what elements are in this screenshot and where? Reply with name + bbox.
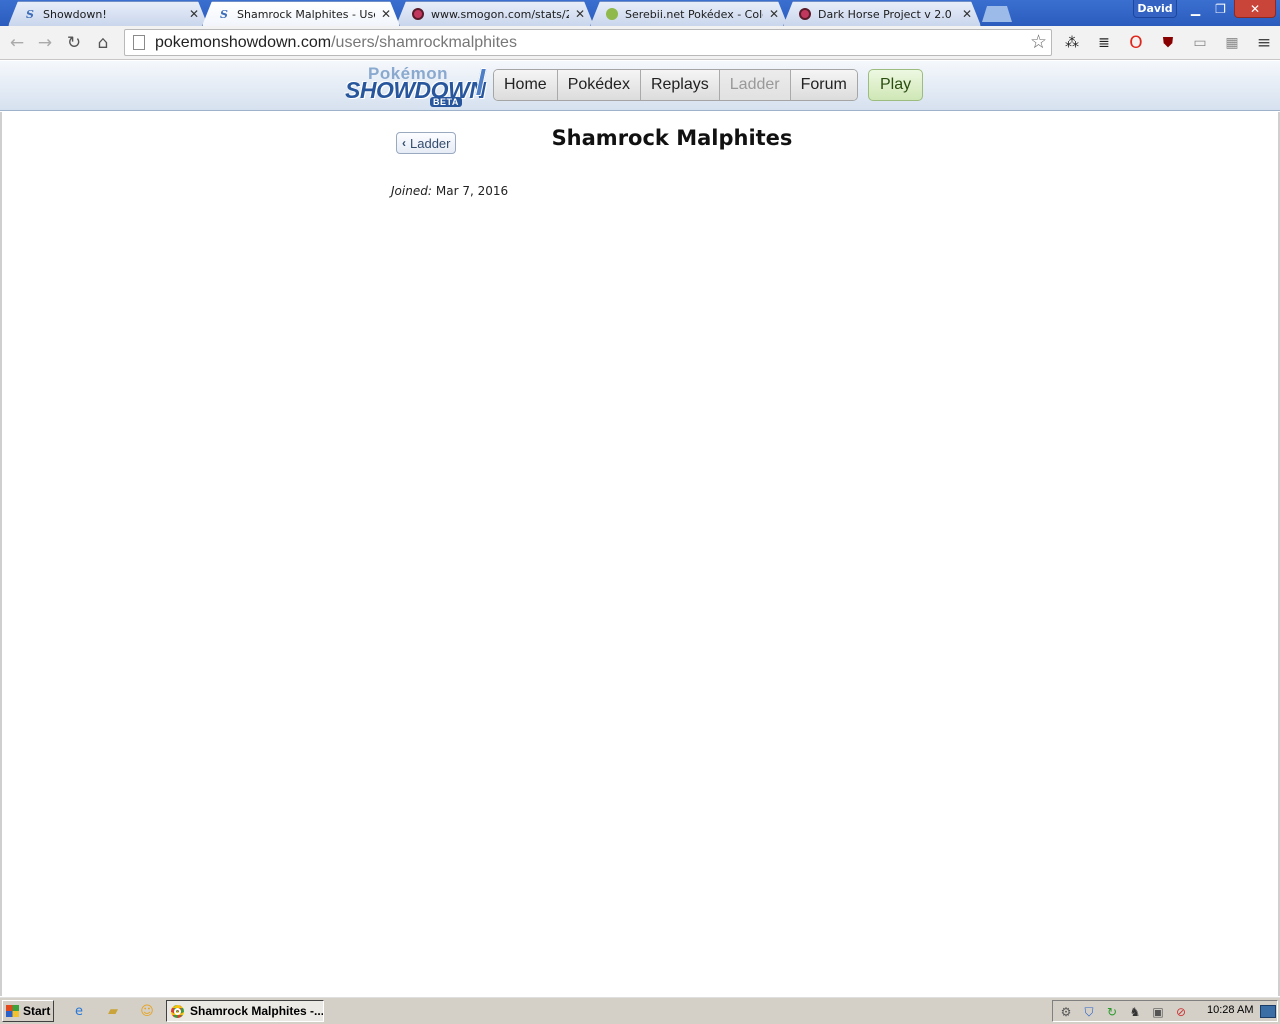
site-header: Pokémon SHOWDOWN BETA Home Pokédex Repla… [0, 61, 1280, 111]
bookmark-star-icon[interactable]: ☆ [1030, 31, 1047, 53]
windows-flag-icon [6, 1005, 19, 1017]
taskbar-window-chrome[interactable]: Shamrock Malphites -... [166, 1000, 324, 1022]
volume-muted-icon[interactable]: ⊘ [1173, 1004, 1189, 1020]
forward-arrow-icon[interactable]: → [32, 30, 58, 56]
close-icon[interactable]: ✕ [960, 7, 974, 21]
network-icon[interactable]: ⚙ [1058, 1004, 1074, 1020]
url-path: /users/shamrockmalphites [331, 33, 517, 51]
ublock-icon[interactable]: ⛊ [1156, 31, 1180, 55]
close-icon[interactable]: ✕ [379, 7, 393, 21]
minimize-icon[interactable]: ▁ [1183, 0, 1208, 18]
menu-icon[interactable]: ≡ [1252, 31, 1276, 55]
monitor-icon[interactable]: ▣ [1150, 1004, 1166, 1020]
pokemon-showdown-logo[interactable]: Pokémon SHOWDOWN BETA [344, 64, 490, 107]
nav-pokedex[interactable]: Pokédex [557, 70, 641, 100]
start-label: Start [23, 1004, 51, 1018]
sync-icon[interactable]: ↻ [1104, 1004, 1120, 1020]
chevron-left-icon: ‹ [402, 136, 406, 150]
browser-tab-user-profile[interactable]: S Shamrock Malphites - Users ✕ [202, 1, 400, 26]
extension-dots-icon[interactable]: ⁂ [1060, 31, 1084, 55]
tab-title: www.smogon.com/stats/201 [431, 7, 566, 21]
reload-icon[interactable]: ↻ [61, 30, 87, 56]
browser-tab-strip: S Showdown! ✕ S Shamrock Malphites - Use… [0, 0, 1280, 26]
tab-title: Showdown! [43, 7, 107, 21]
taskbar-window-title: Shamrock Malphites -... [190, 1004, 324, 1018]
joined-info: Joined: Mar 7, 2016 [391, 184, 508, 198]
nav-ladder[interactable]: Ladder [719, 70, 791, 100]
back-arrow-icon[interactable]: ← [4, 30, 30, 56]
browser-tab-showdown[interactable]: S Showdown! ✕ [8, 1, 208, 26]
start-button[interactable]: Start [2, 1000, 54, 1022]
restore-icon[interactable]: ❐ [1208, 0, 1233, 18]
new-tab-button[interactable] [982, 6, 1012, 22]
profile-button[interactable]: David [1133, 0, 1177, 18]
logo-showdown-text: SHOWDOWN [345, 77, 486, 103]
home-icon[interactable]: ⌂ [90, 30, 116, 56]
tab-title: Shamrock Malphites - Users [237, 7, 375, 21]
extension-puzzle-icon[interactable]: ▦ [1220, 31, 1244, 55]
buffer-icon[interactable]: ≣ [1092, 31, 1116, 55]
nav-forum[interactable]: Forum [790, 70, 857, 100]
system-tray: ⚙ ⛉ ↻ ♞ ▣ ⊘ 10:28 AM [1052, 1000, 1278, 1022]
pokemon-showdown-favicon-icon: S [26, 7, 34, 21]
nav-home[interactable]: Home [494, 70, 558, 100]
browser-toolbar: ← → ↻ ⌂ pokemonshowdown.com/users/shamro… [0, 26, 1280, 60]
close-window-icon[interactable]: ✕ [1234, 0, 1276, 18]
tray-app-icon[interactable]: ♞ [1127, 1004, 1143, 1020]
main-nav: Home Pokédex Replays Ladder Forum [493, 69, 858, 101]
serebii-favicon-icon [605, 7, 619, 21]
page-icon [133, 35, 145, 50]
url-host: pokemonshowdown.com [155, 33, 332, 51]
browser-tab-dark-horse[interactable]: Dark Horse Project v 2.0 (se ✕ [783, 1, 981, 26]
browser-tab-serebii[interactable]: Serebii.net Pokédex - Colour ✕ [590, 1, 788, 26]
pokemon-showdown-favicon-icon: S [220, 7, 228, 21]
clock[interactable]: 10:28 AM [1207, 1004, 1253, 1016]
play-button[interactable]: Play [868, 69, 924, 101]
windows-taskbar: Start e ▰ ☺ Shamrock Malphites -... ⚙ ⛉ … [0, 996, 1280, 1024]
close-icon[interactable]: ✕ [187, 7, 201, 21]
chrome-icon [171, 1004, 184, 1018]
extension-card-icon[interactable]: ▭ [1188, 31, 1212, 55]
page-content: ‹ Ladder Shamrock Malphites Joined: Mar 7… [0, 112, 1280, 996]
nav-replays[interactable]: Replays [640, 70, 720, 100]
browser-tab-smogon-stats[interactable]: www.smogon.com/stats/201 ✕ [396, 1, 594, 26]
page-title: Shamrock Malphites [551, 126, 793, 150]
tab-title: Dark Horse Project v 2.0 (se [818, 7, 952, 21]
address-bar[interactable]: pokemonshowdown.com/users/shamrockmalphi… [124, 29, 1052, 56]
close-icon[interactable]: ✕ [573, 7, 587, 21]
smogon-favicon-icon [798, 7, 812, 21]
close-icon[interactable]: ✕ [767, 7, 781, 21]
url-text[interactable]: pokemonshowdown.com/users/shamrockmalphi… [155, 34, 517, 52]
folder-icon[interactable]: ▰ [104, 1002, 122, 1020]
smogon-favicon-icon [411, 7, 425, 21]
smiley-app-icon[interactable]: ☺ [138, 1002, 156, 1020]
logo-beta-badge: BETA [430, 97, 462, 107]
joined-date: Mar 7, 2016 [435, 184, 509, 198]
shield-icon[interactable]: ⛉ [1081, 1004, 1097, 1020]
internet-explorer-icon[interactable]: e [70, 1002, 88, 1020]
opera-icon[interactable]: O [1124, 31, 1148, 55]
show-desktop-icon[interactable] [1260, 1005, 1276, 1018]
joined-label: Joined: [391, 184, 432, 198]
tab-title: Serebii.net Pokédex - Colour [625, 7, 763, 21]
